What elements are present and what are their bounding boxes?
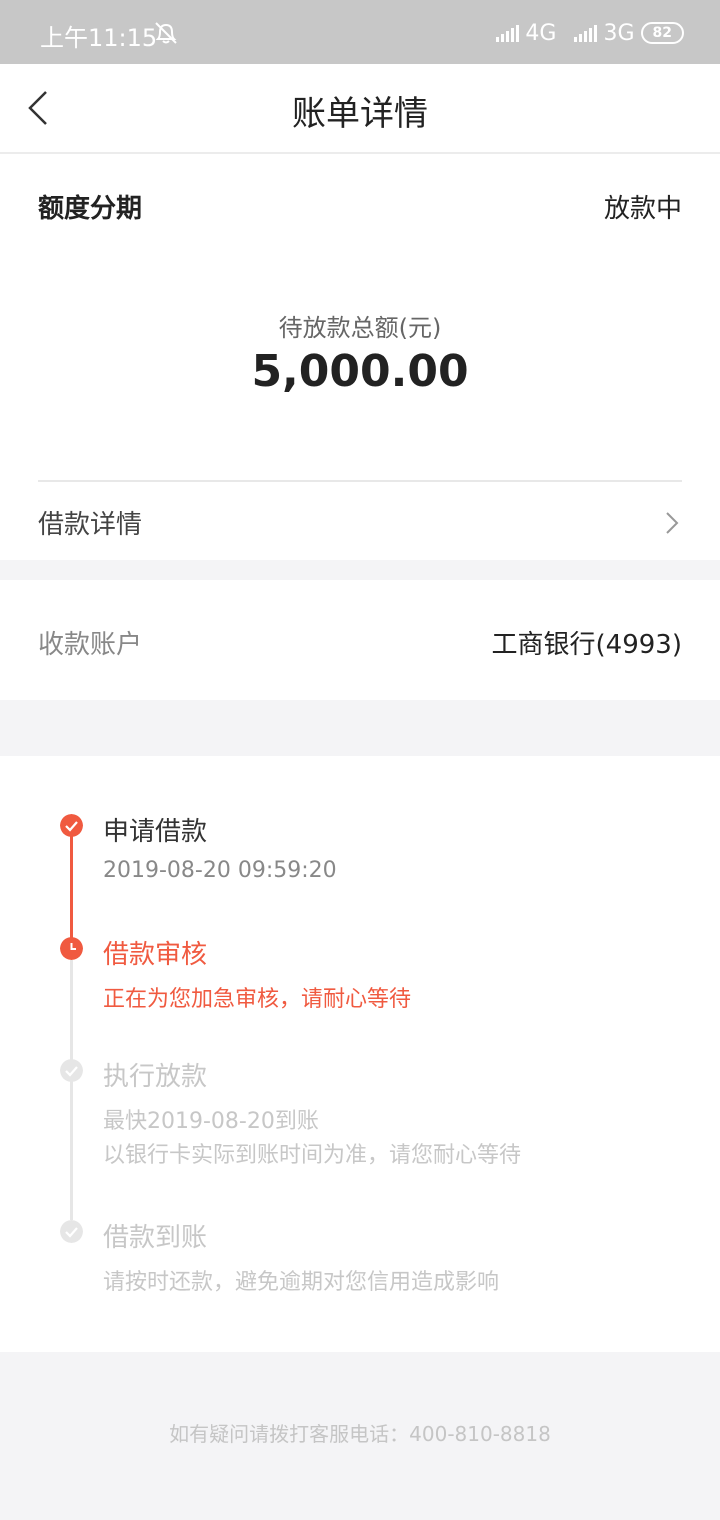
step-subtitle: 正在为您加急审核，请耐心等待: [103, 987, 412, 1012]
loan-detail-row[interactable]: 借款详情: [0, 482, 720, 560]
loan-detail-label: 借款详情: [38, 510, 143, 540]
customer-service-hotline: 如有疑问请拨打客服电话：400-810-8818: [169, 1422, 551, 1446]
amount-value: 5,000.00: [251, 346, 469, 397]
step-title: 借款到账: [103, 1223, 208, 1253]
step-title: 借款审核: [103, 940, 208, 970]
step-title: 申请借款: [103, 817, 208, 847]
check-icon: [60, 1220, 83, 1243]
status-time: 上午11:15: [40, 24, 158, 52]
product-name: 额度分期: [38, 194, 143, 224]
step-subtitle: 2019-08-20 09:59:20: [103, 858, 337, 883]
account-label: 收款账户: [38, 630, 143, 660]
battery-icon: 82: [640, 22, 684, 44]
check-icon: [60, 1059, 83, 1082]
network-label-2: 3G: [603, 20, 635, 46]
nav-bar: 账单详情: [0, 64, 720, 154]
step-subtitle: 最快2019-08-20到账: [103, 1109, 319, 1134]
status-text: 放款中: [603, 194, 682, 224]
amount-label: 待放款总额(元): [278, 314, 442, 342]
chevron-right-icon: [666, 512, 679, 534]
signal-icon: [496, 24, 520, 42]
status-bar: 上午11:15 4G 3G 82: [0, 0, 720, 64]
step-subtitle: 以银行卡实际到账时间为准，请您耐心等待: [103, 1143, 522, 1168]
timeline-card: 申请借款 2019-08-20 09:59:20 借款审核 正在为您加急审核，请…: [0, 756, 720, 1352]
account-card: 收款账户 工商银行(4993): [0, 580, 720, 700]
check-icon: [60, 814, 83, 837]
summary-card: 额度分期 放款中 待放款总额(元) 5,000.00 借款详情: [0, 154, 720, 560]
page-title: 账单详情: [292, 94, 428, 134]
timeline-line: [70, 960, 73, 1220]
bell-off-icon: [155, 22, 177, 44]
signal-icon: [574, 24, 598, 42]
step-subtitle: 请按时还款，避免逾期对您信用造成影响: [103, 1270, 500, 1295]
network-label-1: 4G: [525, 20, 557, 46]
timeline-line: [70, 836, 73, 948]
clock-icon: [60, 937, 83, 960]
account-value: 工商银行(4993): [491, 630, 682, 660]
step-title: 执行放款: [103, 1062, 208, 1092]
status-indicators: 4G 3G 82: [496, 20, 684, 46]
